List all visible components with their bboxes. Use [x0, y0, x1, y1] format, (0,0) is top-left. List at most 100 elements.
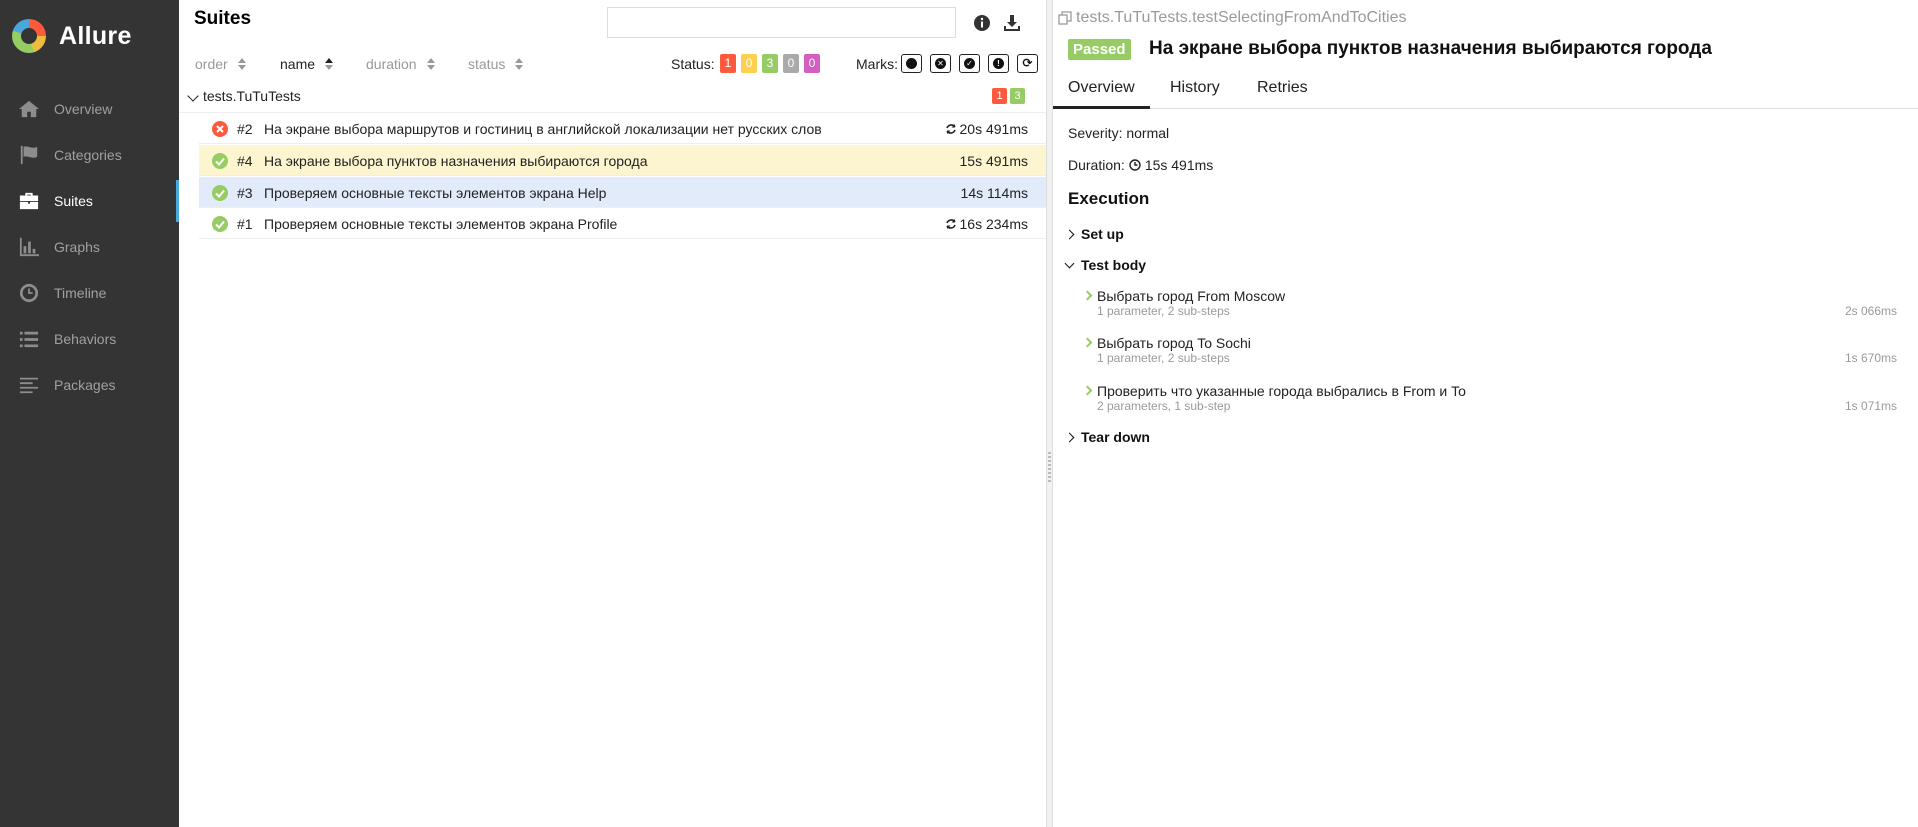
table-row[interactable]: #2 На экране выбора маршрутов и гостиниц…: [199, 113, 1046, 144]
status-filter-passed[interactable]: 3: [762, 54, 778, 73]
sort-icon: [426, 58, 435, 70]
test-body-section[interactable]: Test body: [1064, 257, 1146, 273]
passed-status-icon: [212, 185, 228, 201]
status-filter-skipped[interactable]: 0: [783, 54, 799, 73]
table-row[interactable]: #1 Проверяем основные тексты элементов э…: [199, 208, 1046, 239]
sort-order[interactable]: order: [195, 56, 246, 72]
test-duration: 15s 491ms: [959, 153, 1028, 169]
setup-section[interactable]: Set up: [1064, 226, 1124, 242]
sidebar-item-suites[interactable]: Suites: [0, 178, 179, 224]
test-number: #1: [237, 216, 253, 232]
suites-pane: Suites order name duration status Status…: [179, 0, 1046, 827]
sidebar-item-graphs[interactable]: Graphs: [0, 224, 179, 270]
execution-title: Execution: [1068, 189, 1150, 208]
severity-row: Severity: normal: [1068, 125, 1169, 141]
refresh-icon: [945, 219, 956, 229]
sort-label: duration: [366, 56, 417, 72]
teardown-section[interactable]: Tear down: [1064, 429, 1150, 445]
sidebar-item-timeline[interactable]: Timeline: [0, 270, 179, 316]
pane-splitter[interactable]: [1046, 0, 1053, 827]
mark-new-passed-button[interactable]: ✓: [959, 54, 980, 73]
exclamation-circle-icon: !: [993, 58, 1004, 69]
chevron-down-icon: [1064, 258, 1075, 268]
tab-overview[interactable]: Overview: [1053, 79, 1150, 109]
step-item[interactable]: Выбрать город To Sochi 1 parameter, 2 su…: [1082, 335, 1903, 375]
suite-group[interactable]: tests.TuTuTests 1 3: [179, 83, 1046, 113]
sidebar-item-overview[interactable]: Overview: [0, 86, 179, 132]
section-label: Set up: [1081, 226, 1124, 242]
info-icon: [974, 15, 990, 31]
table-row[interactable]: #4 На экране выбора пунктов назначения в…: [199, 145, 1046, 176]
chevron-right-icon: [1082, 290, 1093, 301]
download-button[interactable]: [1001, 12, 1023, 34]
sidebar-item-label: Overview: [54, 101, 113, 117]
splitter-grip-icon[interactable]: [1048, 452, 1051, 484]
status-filter-failed[interactable]: 1: [720, 54, 736, 73]
suites-toolbar: order name duration status Status: 1 0 3…: [179, 53, 1046, 77]
times-circle-icon: ✕: [935, 58, 946, 69]
sidebar-item-label: Suites: [54, 193, 93, 209]
step-item[interactable]: Проверить что указанные города выбрались…: [1082, 383, 1903, 423]
info-button[interactable]: [971, 12, 993, 34]
check-circle-icon: ✓: [964, 58, 975, 69]
severity-label: Severity:: [1068, 125, 1123, 141]
chevron-right-icon: [1082, 337, 1093, 348]
test-title: На экране выбора пунктов назначения выби…: [264, 153, 648, 169]
chevron-right-icon: [1082, 385, 1093, 396]
table-row[interactable]: #3 Проверяем основные тексты элементов э…: [199, 177, 1046, 208]
suite-group-name: tests.TuTuTests: [203, 88, 301, 104]
step-duration: 1s 071ms: [1844, 399, 1897, 413]
status-filter-label: Status:: [671, 56, 715, 72]
test-number: #4: [237, 153, 253, 169]
brand-name: Allure: [59, 21, 132, 50]
group-passed-count: 3: [1010, 88, 1025, 104]
sidebar-item-behaviors[interactable]: Behaviors: [0, 316, 179, 362]
mark-new-failed-button[interactable]: ✕: [930, 54, 951, 73]
sidebar-nav: Overview Categories Suites Graphs Timeli…: [0, 86, 179, 408]
sidebar: Allure Overview Categories Suites Graphs…: [0, 0, 179, 827]
test-number: #2: [237, 121, 253, 137]
step-summary: 2 parameters, 1 sub-step: [1097, 399, 1231, 413]
sidebar-item-label: Categories: [54, 147, 122, 163]
test-full-name[interactable]: tests.TuTuTests.testSelectingFromAndToCi…: [1058, 9, 1407, 27]
sort-name[interactable]: name: [280, 56, 334, 72]
brand[interactable]: Allure: [0, 0, 179, 72]
briefcase-icon: [19, 192, 39, 210]
search-input[interactable]: [607, 7, 956, 38]
tab-history[interactable]: History: [1170, 79, 1220, 97]
sidebar-item-packages[interactable]: Packages: [0, 362, 179, 408]
chevron-right-icon: [1064, 229, 1075, 239]
test-title: На экране выбора маршрутов и гостиниц в …: [264, 121, 822, 137]
test-full-name-text: tests.TuTuTests.testSelectingFromAndToCi…: [1076, 9, 1407, 26]
mark-retries-button[interactable]: ⟳: [1017, 54, 1038, 73]
passed-status-icon: [212, 153, 228, 169]
page-title: Suites: [194, 8, 252, 29]
step-summary: 1 parameter, 2 sub-steps: [1097, 304, 1230, 318]
sidebar-item-label: Graphs: [54, 239, 100, 255]
chevron-down-icon: [187, 90, 199, 102]
status-filter-unknown[interactable]: 0: [804, 54, 820, 73]
download-icon: [1004, 15, 1020, 31]
sidebar-item-label: Behaviors: [54, 331, 117, 347]
step-duration: 2s 066ms: [1844, 304, 1897, 318]
tab-retries[interactable]: Retries: [1257, 79, 1308, 97]
step-item[interactable]: Выбрать город From Moscow 1 parameter, 2…: [1082, 288, 1903, 328]
section-label: Tear down: [1081, 429, 1150, 445]
bomb-icon: [906, 58, 917, 69]
sidebar-item-label: Packages: [54, 377, 116, 393]
step-name: Выбрать город To Sochi: [1097, 335, 1251, 351]
sort-status[interactable]: status: [468, 56, 524, 72]
chevron-right-icon: [1064, 432, 1075, 442]
test-title: Проверяем основные тексты элементов экра…: [264, 185, 607, 201]
sort-icon: [515, 58, 524, 70]
sort-duration[interactable]: duration: [366, 56, 435, 72]
status-badge: Passed: [1068, 39, 1131, 60]
copy-icon: [1058, 11, 1072, 25]
sidebar-item-categories[interactable]: Categories: [0, 132, 179, 178]
mark-flaky-button[interactable]: [901, 54, 922, 73]
step-name: Проверить что указанные города выбрались…: [1097, 383, 1466, 399]
mark-new-broken-button[interactable]: !: [988, 54, 1009, 73]
sort-label: status: [468, 56, 506, 72]
status-filter-broken[interactable]: 0: [741, 54, 757, 73]
clock-icon: [19, 283, 39, 303]
